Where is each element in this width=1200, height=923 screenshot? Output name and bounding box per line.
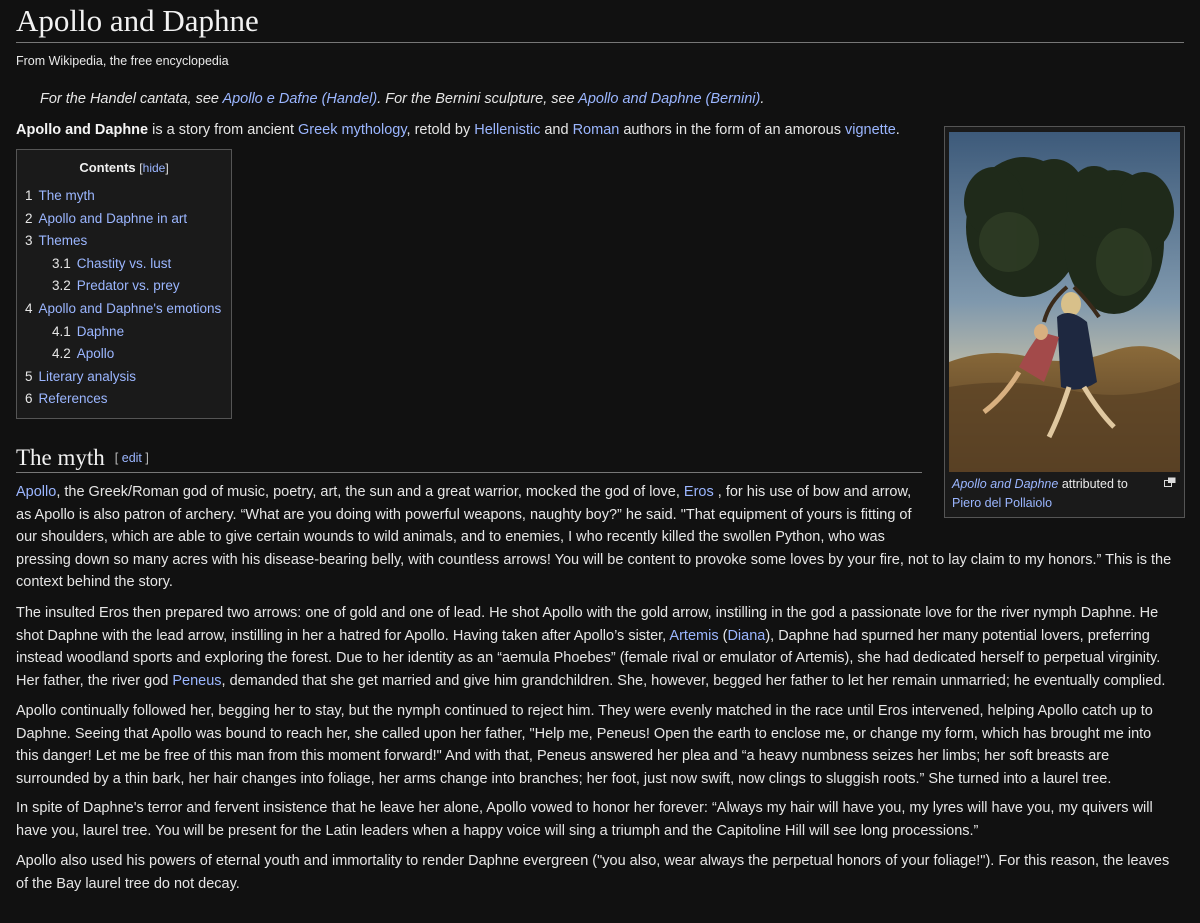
lead-text: . bbox=[895, 122, 900, 138]
text-line: Her father, the river god Peneus, demand… bbox=[16, 670, 1186, 693]
edit-section-link[interactable]: edit bbox=[122, 451, 142, 465]
paragraph-4: In spite of Daphne's terror and fervent … bbox=[16, 797, 1186, 842]
lead-text: is a story from ancient bbox=[148, 122, 298, 138]
toc-list: 1 The myth 2 Apollo and Daphne in art 3 The… bbox=[25, 185, 227, 411]
toc-link[interactable]: Apollo and Daphne's emotions bbox=[39, 301, 222, 316]
tagline: From Wikipedia, the free encyclopedia bbox=[16, 54, 229, 68]
hatnote-text: . For the Bernini sculpture, see bbox=[377, 91, 579, 107]
link-hellenistic[interactable]: Hellenistic bbox=[474, 122, 540, 138]
text: , demanded that she get married and give… bbox=[221, 672, 1166, 689]
paragraph-2: The insulted Eros then prepared two arro… bbox=[16, 602, 1186, 692]
toc-item-emotions[interactable]: 4 Apollo and Daphne's emotions bbox=[25, 298, 227, 321]
text-line: our shoulders, which are able to give ce… bbox=[16, 529, 885, 546]
link-eros[interactable]: Eros bbox=[684, 484, 714, 500]
hatnote-text: For the Handel cantata, see bbox=[40, 91, 223, 107]
link-handel-cantata[interactable]: Apollo e Dafne (Handel) bbox=[222, 91, 377, 107]
toc-number: 5 bbox=[25, 368, 33, 384]
text-line: shot Daphne with the lead arrow, instill… bbox=[16, 625, 1186, 648]
link-greek-mythology[interactable]: Greek mythology bbox=[298, 122, 407, 138]
hatnote: For the Handel cantata, see Apollo e Daf… bbox=[40, 91, 764, 107]
toc-title: Contents bbox=[79, 160, 136, 175]
toc-item-themes[interactable]: 3 Themes bbox=[25, 230, 227, 253]
toc-item-chastity-vs-lust[interactable]: 3.1 Chastity vs. lust bbox=[25, 253, 227, 276]
toc-item-apollo-daphne-in-art[interactable]: 2 Apollo and Daphne in art bbox=[25, 208, 227, 231]
edit-bracket: [ bbox=[114, 451, 122, 465]
text: , the Greek/Roman god of music, poetry, … bbox=[56, 484, 684, 500]
toc-number: 1 bbox=[25, 188, 33, 203]
toc-item-literary-analysis[interactable]: 5 Literary analysis bbox=[25, 366, 227, 389]
lead-text: , retold by bbox=[406, 122, 475, 138]
text-line: Apollo also used his powers of eternal y… bbox=[16, 853, 1170, 869]
toc-hide-link[interactable]: hide bbox=[143, 161, 166, 175]
table-of-contents: Contents [hide] 1 The myth 2 Apollo and Da… bbox=[16, 149, 232, 419]
section-title: The myth bbox=[16, 445, 105, 470]
toc-item-references[interactable]: 6 References bbox=[25, 388, 227, 411]
text: , for his use of bow and arrow, bbox=[713, 484, 912, 500]
text-line: have you, laurel tree. You will be prese… bbox=[16, 822, 979, 839]
link-artemis[interactable]: Artemis bbox=[669, 628, 718, 644]
toc-item-the-myth[interactable]: 1 The myth bbox=[25, 185, 227, 208]
link-roman[interactable]: Roman bbox=[573, 122, 620, 138]
text-line: In spite of Daphne's terror and fervent … bbox=[16, 800, 1153, 816]
toc-header: Contents [hide] bbox=[17, 160, 231, 175]
toc-link[interactable]: Daphne bbox=[77, 324, 124, 339]
text-line: Apollo continually followed her, begging… bbox=[16, 703, 1153, 719]
toc-link[interactable]: Chastity vs. lust bbox=[77, 256, 172, 271]
toc-link[interactable]: References bbox=[39, 391, 108, 406]
toc-number: 4 bbox=[25, 300, 33, 316]
text: ), Daphne had spurned her many potential… bbox=[765, 627, 1150, 644]
lead-paragraph: Apollo and Daphne is a story from ancien… bbox=[16, 122, 900, 138]
toc-link[interactable]: Themes bbox=[39, 233, 88, 248]
toc-number: 2 bbox=[25, 210, 33, 226]
toc-link[interactable]: Apollo bbox=[77, 346, 115, 361]
lead-text: and bbox=[540, 122, 573, 138]
text-line: Daphne. Seeing that Apollo was bound to … bbox=[16, 725, 1152, 742]
text-line: as Apollo is also patron of archery. “Wh… bbox=[16, 506, 912, 523]
link-apollo[interactable]: Apollo bbox=[16, 484, 56, 500]
link-vignette[interactable]: vignette bbox=[845, 122, 896, 138]
text-line: pressing down so many acres with his dis… bbox=[16, 551, 1172, 568]
page-title: Apollo and Daphne bbox=[16, 2, 1184, 43]
lead-bold-title: Apollo and Daphne bbox=[16, 122, 149, 138]
toc-number: 3 bbox=[25, 233, 33, 249]
toc-number: 6 bbox=[25, 391, 33, 407]
text: Her father, the river god bbox=[16, 672, 173, 689]
link-bernini-sculpture[interactable]: Apollo and Daphne (Bernini) bbox=[578, 91, 760, 107]
edit-bracket: ] bbox=[141, 451, 149, 465]
toc-number: 4.1 bbox=[52, 323, 71, 339]
section-heading-the-myth: The myth [ edit ] bbox=[16, 444, 922, 473]
link-diana[interactable]: Diana bbox=[727, 628, 765, 644]
toc-bracket: ] bbox=[165, 161, 169, 175]
paragraph-1: Apollo, the Greek/Roman god of music, po… bbox=[16, 481, 1186, 594]
paragraph-5: Apollo also used his powers of eternal y… bbox=[16, 850, 1186, 895]
toc-item-predator-vs-prey[interactable]: 3.2 Predator vs. prey bbox=[25, 275, 227, 298]
toc-number: 3.1 bbox=[52, 255, 71, 271]
text-line: The insulted Eros then prepared two arro… bbox=[16, 605, 1159, 621]
toc-number: 3.2 bbox=[52, 278, 71, 294]
text-line: instead woodland sports and exploring th… bbox=[16, 650, 1161, 667]
painting-image[interactable] bbox=[949, 132, 1180, 472]
text: shot Daphne with the lead arrow, instill… bbox=[16, 627, 670, 644]
toc-link[interactable]: The myth bbox=[39, 188, 95, 203]
paragraph-3: Apollo continually followed her, begging… bbox=[16, 700, 1186, 790]
text-line: context behind the story. bbox=[16, 574, 173, 591]
text-line: surrounded by a thin bark, her hair chan… bbox=[16, 770, 1112, 787]
text-line: of the Bay laurel tree do not decay. bbox=[16, 875, 240, 892]
link-peneus[interactable]: Peneus bbox=[172, 673, 221, 689]
painting-illustration bbox=[949, 132, 1180, 472]
toc-link[interactable]: Apollo and Daphne in art bbox=[39, 211, 188, 226]
toc-item-daphne[interactable]: 4.1 Daphne bbox=[25, 321, 227, 344]
lead-text: authors in the form of an amorous bbox=[619, 122, 845, 138]
toc-link[interactable]: Literary analysis bbox=[39, 369, 137, 384]
text-line: Apollo, the Greek/Roman god of music, po… bbox=[16, 481, 1186, 504]
toc-number: 4.2 bbox=[52, 346, 71, 362]
infobox-thumbnail: Apollo and Daphne attributed to Piero de… bbox=[944, 126, 1185, 518]
hatnote-text: . bbox=[760, 91, 765, 107]
toc-item-apollo[interactable]: 4.2 Apollo bbox=[25, 343, 227, 366]
toc-link[interactable]: Predator vs. prey bbox=[77, 278, 180, 293]
text-line: this danger! Let me be free of this man … bbox=[16, 748, 1110, 765]
